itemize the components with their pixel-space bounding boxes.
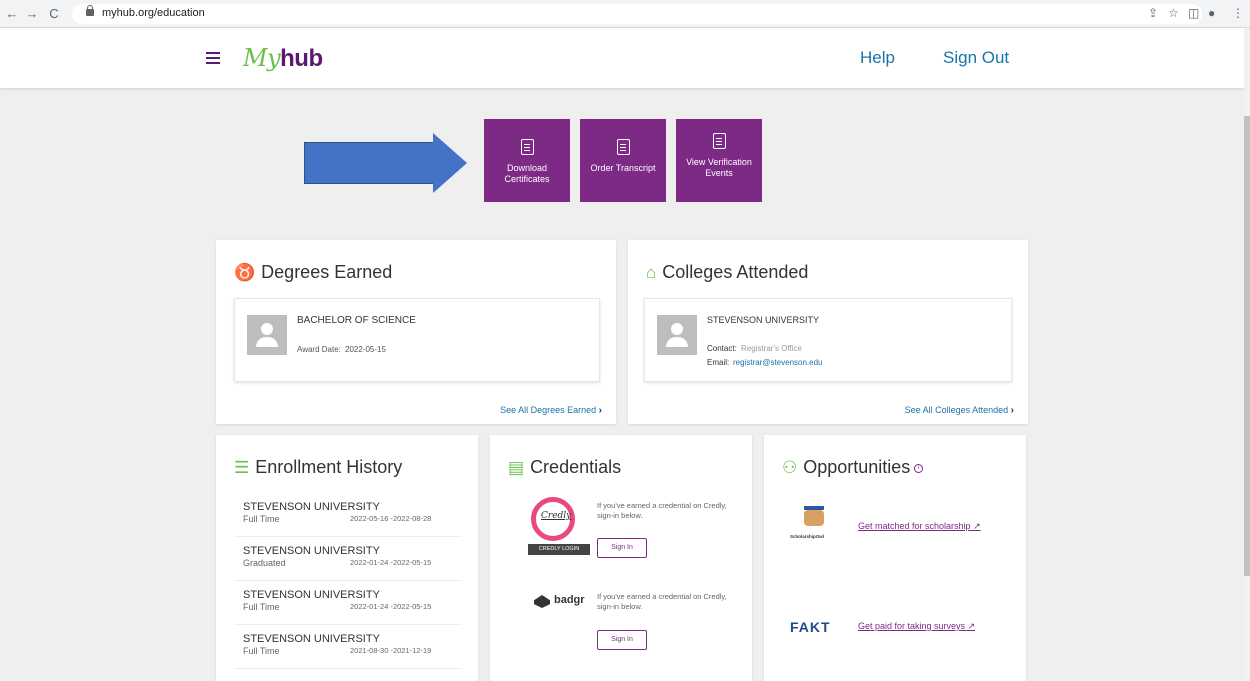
credly-description: If you've earned a credential on Credly,… [597, 501, 727, 520]
enrollment-row: STEVENSON UNIVERSITY Full Time 2022-01-2… [234, 581, 462, 625]
document-list-icon: ☰ [234, 458, 250, 477]
enrollment-row: STEVENSON UNIVERSITY Graduated 2022-01-2… [234, 537, 462, 581]
contact-label: Contact: [707, 344, 737, 353]
order-transcript-button[interactable]: Order Transcript [580, 119, 666, 202]
address-bar[interactable]: myhub.org/education [72, 4, 1202, 24]
badgr-logo-icon [534, 595, 550, 608]
degrees-earned-card: ♉ Degrees Earned BACHELOR OF SCIENCE Awar… [216, 240, 616, 424]
profile-icon[interactable]: ● [1208, 6, 1215, 20]
degree-item[interactable]: BACHELOR OF SCIENCE Award Date: 2022-05-… [234, 298, 600, 382]
degree-name: BACHELOR OF SCIENCE [297, 315, 416, 326]
info-icon[interactable]: i [914, 463, 924, 473]
enrollment-history-card: ☰ Enrollment History STEVENSON UNIVERSITY… [216, 435, 478, 681]
external-link-icon: ↗ [973, 521, 981, 531]
see-all-degrees-link[interactable]: See All Degrees Earned › [500, 405, 602, 416]
download-certificates-label: Download Certificates [504, 163, 550, 184]
credential-certificate-icon: ▤ [508, 458, 525, 477]
enrollment-history-title: ☰ Enrollment History [234, 457, 403, 477]
certificate-icon [520, 139, 534, 155]
lock-icon [86, 5, 94, 16]
opportunities-title: ⚇ Opportunities i [782, 457, 924, 478]
scroll-thumb[interactable] [1244, 116, 1250, 576]
help-link[interactable]: Help [860, 48, 895, 68]
college-name: STEVENSON UNIVERSITY [707, 315, 820, 325]
scholarship-owl-logo: ScholarshipOwl [790, 534, 825, 539]
chevron-right-icon: › [1010, 405, 1014, 416]
share-icon[interactable]: ⇪ [1148, 6, 1158, 20]
download-certificates-button[interactable]: Download Certificates [484, 119, 570, 202]
email-link[interactable]: registrar@stevenson.edu [733, 358, 823, 367]
award-date-value: 2022-05-15 [345, 345, 386, 354]
browser-toolbar: ← → C myhub.org/education ⇪ ☆ ◫ ● ⋮ [0, 0, 1250, 28]
order-transcript-label: Order Transcript [590, 163, 656, 173]
opportunity-person-icon: ⚇ [782, 458, 798, 477]
myhub-logo[interactable]: Myhub [243, 44, 323, 73]
college-avatar-icon [657, 315, 697, 355]
badgr-sign-in-button[interactable]: Sign In [597, 630, 647, 650]
award-date-label: Award Date: [297, 345, 341, 354]
enrollment-row: STEVENSON UNIVERSITY Full Time 2022-05-1… [234, 493, 462, 537]
fakt-logo: FAKT [790, 619, 831, 635]
credentials-title: ▤ Credentials [508, 457, 622, 477]
email-label: Email: [707, 358, 730, 367]
colleges-attended-title: ⌂ Colleges Attended [646, 262, 809, 282]
page-scrollbar[interactable] [1244, 28, 1250, 681]
see-all-colleges-link[interactable]: See All Colleges Attended › [905, 405, 1014, 416]
external-link-icon: ↗ [967, 621, 976, 631]
college-item[interactable]: STEVENSON UNIVERSITY Contact: Registrar'… [644, 298, 1012, 382]
school-building-icon: ⌂ [646, 263, 657, 282]
credly-sign-in-button[interactable]: Sign In [597, 538, 647, 558]
view-verification-events-label: View Verification Events [686, 157, 752, 178]
badgr-description: If you've earned a credential on Credly,… [597, 592, 727, 611]
chevron-right-icon: › [598, 405, 602, 416]
degrees-earned-title: ♉ Degrees Earned [234, 262, 393, 282]
url-text: myhub.org/education [102, 7, 205, 19]
view-verification-events-button[interactable]: View Verification Events [676, 119, 762, 202]
scholarship-owl-icon [804, 506, 824, 526]
hamburger-menu-icon[interactable] [206, 52, 220, 64]
badgr-wordmark: badgr [554, 594, 585, 606]
forward-icon[interactable]: → [24, 6, 40, 22]
logo-hub-text: hub [280, 45, 323, 72]
annotation-arrow-head [433, 133, 467, 193]
sign-out-link[interactable]: Sign Out [943, 48, 1009, 68]
annotation-arrow-shaft [304, 142, 434, 184]
opportunities-card: ⚇ Opportunities i ScholarshipOwl Get match… [764, 435, 1026, 681]
credentials-card: ▤ Credentials Credly CREDLY LOGIN If you'… [490, 435, 752, 681]
contact-value: Registrar's Office [741, 344, 802, 353]
reload-icon[interactable]: C [46, 6, 62, 22]
degree-avatar-icon [247, 315, 287, 355]
logo-my-text: My [243, 44, 281, 72]
browser-menu-icon[interactable]: ⋮ [1232, 6, 1244, 20]
verification-icon [712, 133, 726, 149]
colleges-attended-card: ⌂ Colleges Attended STEVENSON UNIVERSITY … [628, 240, 1028, 424]
transcript-icon [616, 139, 630, 155]
site-header: Myhub Help Sign Out [0, 28, 1244, 88]
star-icon[interactable]: ☆ [1168, 6, 1179, 20]
surveys-link[interactable]: Get paid for taking surveys ↗ [858, 621, 975, 632]
back-icon[interactable]: ← [4, 6, 20, 22]
enrollment-row: STEVENSON UNIVERSITY Full Time 2021-08-3… [234, 625, 462, 669]
sidepanel-icon[interactable]: ◫ [1188, 6, 1199, 20]
credly-login-ribbon: CREDLY LOGIN [528, 544, 590, 555]
scholarship-link[interactable]: Get matched for scholarship ↗ [858, 521, 981, 532]
medal-icon: ♉ [234, 263, 256, 282]
credly-wordmark: Credly [541, 511, 572, 521]
credly-logo: Credly [531, 497, 575, 541]
